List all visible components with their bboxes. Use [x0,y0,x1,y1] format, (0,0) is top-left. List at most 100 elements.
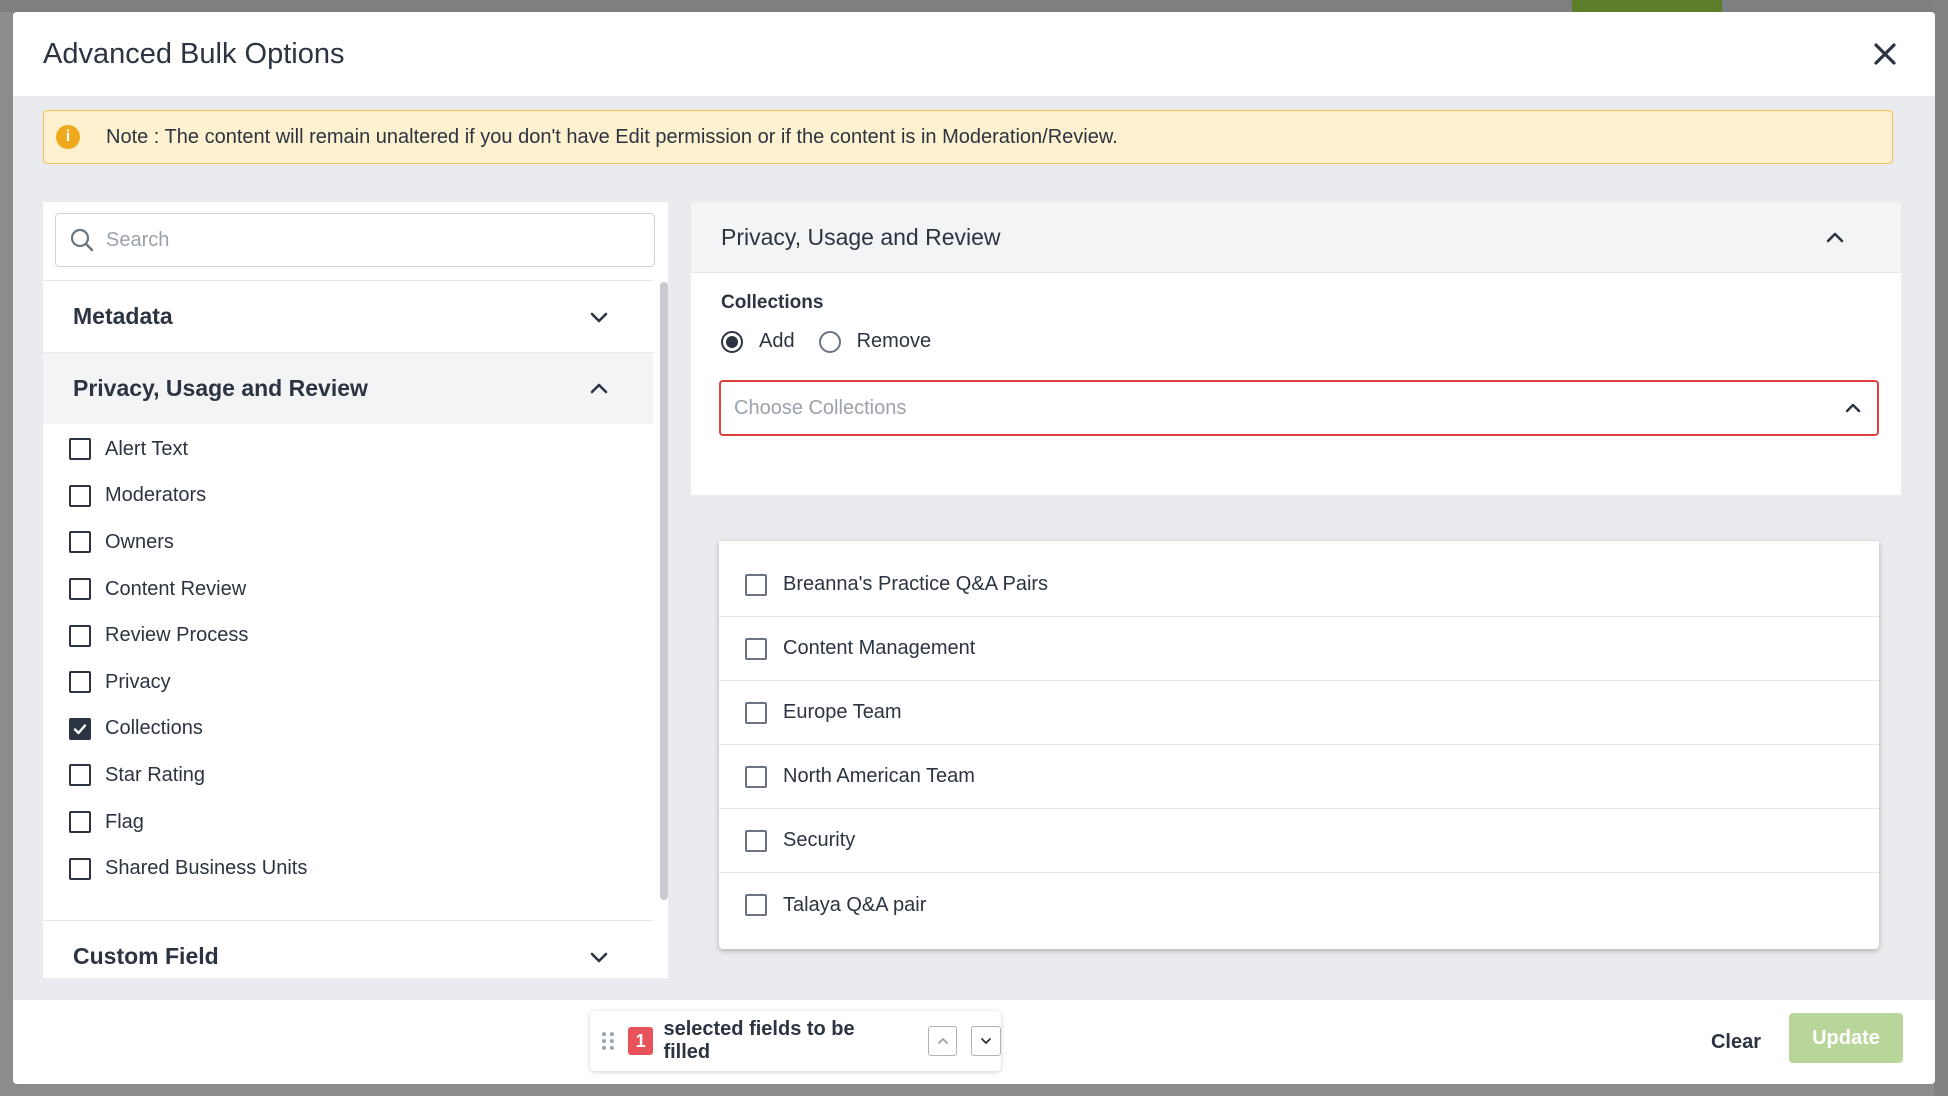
field-item[interactable]: Collections [43,706,653,753]
collection-option[interactable]: Europe Team [719,681,1879,745]
privacy-field-list: Alert Text Moderators Owners Content Review… [43,426,653,892]
background-right-strip [1934,0,1948,1096]
search-input[interactable] [106,228,606,252]
field-item[interactable]: Privacy [43,659,653,706]
choose-collections-select[interactable]: Choose Collections [719,380,1879,436]
modal-header: Advanced Bulk Options [13,12,1935,96]
modal-body: i Note : The content will remain unalter… [13,96,1935,1000]
collection-label: Content Management [783,637,976,659]
chevron-up-icon [937,1037,948,1044]
field-checkbox[interactable] [69,857,91,880]
collection-option[interactable]: Content Management [719,617,1879,681]
field-label: Content Review [105,577,247,600]
select-placeholder: Choose Collections [734,396,907,419]
section-privacy-label: Privacy, Usage and Review [73,375,368,401]
field-item[interactable]: Alert Text [43,426,653,473]
field-list-scrollbar[interactable] [660,282,668,900]
close-button[interactable] [1865,34,1905,74]
collection-label: Talaya Q&A pair [783,893,927,916]
field-item[interactable]: Content Review [43,566,653,613]
section-metadata[interactable]: Metadata [43,280,653,352]
field-checkbox[interactable] [69,811,91,834]
field-selector-panel: Metadata Privacy, Usage and Review Alert… [43,202,668,978]
chevron-down-icon [981,1038,992,1045]
close-icon [1874,43,1896,65]
field-item[interactable]: Owners [43,519,653,566]
section-privacy[interactable]: Privacy, Usage and Review [43,352,653,424]
collection-checkbox[interactable] [745,637,767,660]
collection-option[interactable]: North American Team [719,745,1879,809]
privacy-panel-title: Privacy, Usage and Review [721,223,1001,250]
chevron-up-icon [1826,232,1844,243]
section-metadata-label: Metadata [73,303,173,329]
collection-label: Europe Team [783,701,902,723]
field-checkbox[interactable] [69,717,91,740]
section-custom-field[interactable]: Custom Field [43,920,653,978]
search-icon [70,228,94,252]
clear-button[interactable]: Clear [1691,1020,1781,1064]
chevron-down-icon [590,952,608,963]
collection-checkbox[interactable] [745,894,767,916]
collections-label: Collections [721,292,824,313]
remove-radio[interactable] [818,330,841,353]
field-checkbox[interactable] [69,624,91,647]
advanced-bulk-options-modal: Advanced Bulk Options i Note : The conte… [13,12,1935,1084]
chevron-down-icon [590,312,608,323]
field-checkbox[interactable] [69,671,91,694]
chevron-up-icon [590,383,608,394]
field-checkbox[interactable] [69,578,91,601]
collections-mode-group: Add Remove [721,330,955,353]
field-checkbox[interactable] [69,764,91,787]
chevron-up-icon [1845,403,1861,413]
privacy-settings-panel: Privacy, Usage and Review Collections Ad… [691,202,1901,495]
collections-dropdown-menu: Breanna's Practice Q&A Pairs Content Mana… [719,541,1879,949]
field-item[interactable]: Review Process [43,612,653,659]
collection-label: Breanna's Practice Q&A Pairs [783,573,1049,595]
next-field-button[interactable] [971,1026,1002,1056]
remove-radio-label: Remove [856,330,932,352]
collection-checkbox[interactable] [745,573,767,596]
add-radio-label: Add [759,330,795,352]
selected-fields-navigator: 1 selected fields to be filled [590,1011,1002,1071]
modal-title: Advanced Bulk Options [43,38,345,70]
collection-option[interactable]: Breanna's Practice Q&A Pairs [719,553,1879,617]
collection-option[interactable]: Security [719,809,1879,873]
modal-footer: 1 selected fields to be filled Clear Upd… [13,1000,1935,1084]
selected-fields-text: selected fields to be filled [663,1018,855,1063]
field-label: Star Rating [105,763,206,786]
collection-checkbox[interactable] [745,765,767,788]
field-label: Collections [105,717,203,740]
section-custom-field-label: Custom Field [73,943,219,969]
field-label: Owners [105,530,174,553]
info-icon: i [56,125,80,149]
collection-option[interactable]: Talaya Q&A pair [719,873,1879,937]
background-action-button [1572,0,1722,12]
field-checkbox[interactable] [69,438,91,461]
drag-handle-icon[interactable] [600,1029,616,1053]
field-item[interactable]: Flag [43,799,653,846]
search-field[interactable] [55,213,655,267]
previous-field-button[interactable] [927,1026,958,1056]
field-checkbox[interactable] [69,484,91,507]
field-label: Alert Text [105,437,188,460]
field-item[interactable]: Star Rating [43,752,653,799]
field-label: Review Process [105,624,249,647]
notice-text: Note : The content will remain unaltered… [106,125,1118,148]
update-button[interactable]: Update [1789,1013,1903,1063]
collection-label: Security [783,829,856,851]
collection-checkbox[interactable] [745,829,767,852]
field-item[interactable]: Shared Business Units [43,845,653,892]
field-item[interactable]: Moderators [43,473,653,520]
permission-notice: i Note : The content will remain unalter… [43,110,1893,164]
add-radio[interactable] [721,330,743,353]
field-label: Flag [105,810,144,833]
collection-checkbox[interactable] [745,701,767,724]
field-label: Moderators [105,484,207,507]
field-label: Privacy [105,670,171,693]
collection-label: North American Team [783,765,975,787]
selected-count-badge: 1 [627,1027,654,1055]
field-label: Shared Business Units [105,857,308,880]
checkmark-icon [73,724,87,735]
privacy-panel-header[interactable]: Privacy, Usage and Review [691,202,1901,273]
field-checkbox[interactable] [69,531,91,554]
